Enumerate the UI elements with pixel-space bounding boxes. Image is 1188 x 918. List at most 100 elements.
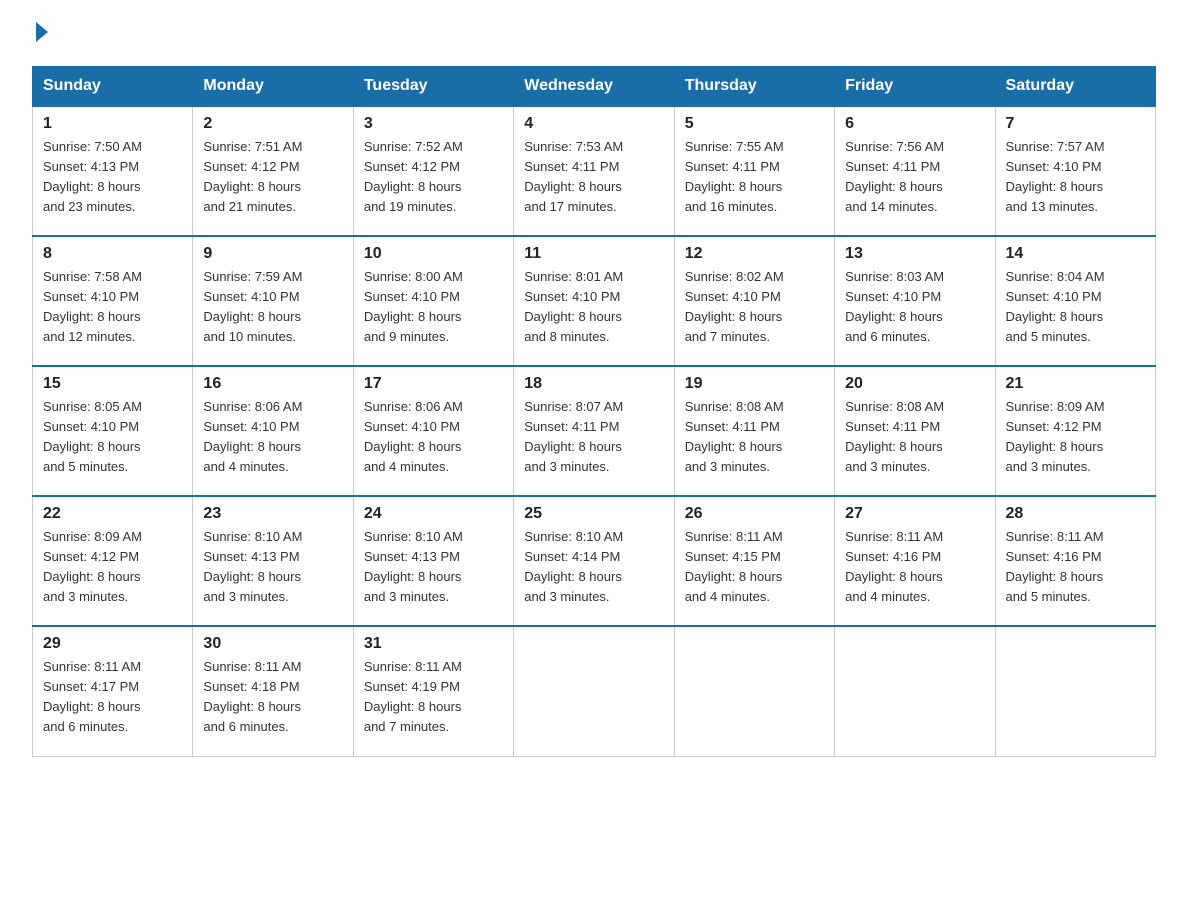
day-number: 22: [43, 505, 182, 523]
calendar-cell: 24 Sunrise: 8:10 AMSunset: 4:13 PMDaylig…: [353, 496, 513, 626]
logo-triangle-icon: [36, 22, 48, 42]
calendar-week-row: 29 Sunrise: 8:11 AMSunset: 4:17 PMDaylig…: [33, 626, 1156, 756]
calendar-cell: 26 Sunrise: 8:11 AMSunset: 4:15 PMDaylig…: [674, 496, 834, 626]
calendar-week-row: 15 Sunrise: 8:05 AMSunset: 4:10 PMDaylig…: [33, 366, 1156, 496]
day-number: 26: [685, 505, 824, 523]
day-info: Sunrise: 8:07 AMSunset: 4:11 PMDaylight:…: [524, 399, 623, 474]
day-number: 29: [43, 635, 182, 653]
calendar-cell: 25 Sunrise: 8:10 AMSunset: 4:14 PMDaylig…: [514, 496, 674, 626]
weekday-header-wednesday: Wednesday: [514, 67, 674, 107]
day-number: 19: [685, 375, 824, 393]
page-header: [32, 24, 1156, 42]
day-info: Sunrise: 8:11 AMSunset: 4:15 PMDaylight:…: [685, 529, 783, 604]
day-info: Sunrise: 7:51 AMSunset: 4:12 PMDaylight:…: [203, 139, 302, 214]
day-info: Sunrise: 7:50 AMSunset: 4:13 PMDaylight:…: [43, 139, 142, 214]
day-info: Sunrise: 8:03 AMSunset: 4:10 PMDaylight:…: [845, 269, 944, 344]
day-info: Sunrise: 7:58 AMSunset: 4:10 PMDaylight:…: [43, 269, 142, 344]
calendar-cell: [995, 626, 1155, 756]
calendar-cell: 28 Sunrise: 8:11 AMSunset: 4:16 PMDaylig…: [995, 496, 1155, 626]
day-info: Sunrise: 8:10 AMSunset: 4:14 PMDaylight:…: [524, 529, 623, 604]
calendar-cell: 21 Sunrise: 8:09 AMSunset: 4:12 PMDaylig…: [995, 366, 1155, 496]
calendar-week-row: 1 Sunrise: 7:50 AMSunset: 4:13 PMDayligh…: [33, 106, 1156, 236]
weekday-header-thursday: Thursday: [674, 67, 834, 107]
calendar-cell: 14 Sunrise: 8:04 AMSunset: 4:10 PMDaylig…: [995, 236, 1155, 366]
day-number: 31: [364, 635, 503, 653]
day-info: Sunrise: 7:55 AMSunset: 4:11 PMDaylight:…: [685, 139, 784, 214]
calendar-cell: 16 Sunrise: 8:06 AMSunset: 4:10 PMDaylig…: [193, 366, 353, 496]
day-info: Sunrise: 8:01 AMSunset: 4:10 PMDaylight:…: [524, 269, 623, 344]
day-info: Sunrise: 7:53 AMSunset: 4:11 PMDaylight:…: [524, 139, 623, 214]
day-number: 24: [364, 505, 503, 523]
calendar-cell: 3 Sunrise: 7:52 AMSunset: 4:12 PMDayligh…: [353, 106, 513, 236]
calendar-cell: 13 Sunrise: 8:03 AMSunset: 4:10 PMDaylig…: [835, 236, 995, 366]
day-number: 30: [203, 635, 342, 653]
day-number: 20: [845, 375, 984, 393]
day-info: Sunrise: 8:10 AMSunset: 4:13 PMDaylight:…: [364, 529, 463, 604]
calendar-week-row: 8 Sunrise: 7:58 AMSunset: 4:10 PMDayligh…: [33, 236, 1156, 366]
day-info: Sunrise: 8:08 AMSunset: 4:11 PMDaylight:…: [845, 399, 944, 474]
calendar-week-row: 22 Sunrise: 8:09 AMSunset: 4:12 PMDaylig…: [33, 496, 1156, 626]
day-number: 18: [524, 375, 663, 393]
calendar-cell: 17 Sunrise: 8:06 AMSunset: 4:10 PMDaylig…: [353, 366, 513, 496]
day-number: 11: [524, 245, 663, 263]
calendar-cell: 31 Sunrise: 8:11 AMSunset: 4:19 PMDaylig…: [353, 626, 513, 756]
calendar-cell: 29 Sunrise: 8:11 AMSunset: 4:17 PMDaylig…: [33, 626, 193, 756]
day-info: Sunrise: 8:10 AMSunset: 4:13 PMDaylight:…: [203, 529, 302, 604]
day-info: Sunrise: 8:02 AMSunset: 4:10 PMDaylight:…: [685, 269, 784, 344]
calendar-cell: 2 Sunrise: 7:51 AMSunset: 4:12 PMDayligh…: [193, 106, 353, 236]
calendar-cell: 10 Sunrise: 8:00 AMSunset: 4:10 PMDaylig…: [353, 236, 513, 366]
day-info: Sunrise: 7:59 AMSunset: 4:10 PMDaylight:…: [203, 269, 302, 344]
day-number: 12: [685, 245, 824, 263]
day-info: Sunrise: 8:05 AMSunset: 4:10 PMDaylight:…: [43, 399, 142, 474]
day-info: Sunrise: 8:11 AMSunset: 4:16 PMDaylight:…: [845, 529, 943, 604]
calendar-cell: 18 Sunrise: 8:07 AMSunset: 4:11 PMDaylig…: [514, 366, 674, 496]
day-number: 14: [1006, 245, 1145, 263]
day-info: Sunrise: 8:04 AMSunset: 4:10 PMDaylight:…: [1006, 269, 1105, 344]
day-number: 28: [1006, 505, 1145, 523]
day-number: 16: [203, 375, 342, 393]
calendar-cell: 7 Sunrise: 7:57 AMSunset: 4:10 PMDayligh…: [995, 106, 1155, 236]
calendar-table: SundayMondayTuesdayWednesdayThursdayFrid…: [32, 66, 1156, 757]
calendar-cell: 1 Sunrise: 7:50 AMSunset: 4:13 PMDayligh…: [33, 106, 193, 236]
day-number: 25: [524, 505, 663, 523]
calendar-cell: 6 Sunrise: 7:56 AMSunset: 4:11 PMDayligh…: [835, 106, 995, 236]
day-number: 3: [364, 115, 503, 133]
day-info: Sunrise: 8:11 AMSunset: 4:16 PMDaylight:…: [1006, 529, 1104, 604]
calendar-cell: [674, 626, 834, 756]
calendar-cell: [835, 626, 995, 756]
day-info: Sunrise: 8:09 AMSunset: 4:12 PMDaylight:…: [43, 529, 142, 604]
calendar-cell: 15 Sunrise: 8:05 AMSunset: 4:10 PMDaylig…: [33, 366, 193, 496]
day-number: 23: [203, 505, 342, 523]
calendar-cell: 20 Sunrise: 8:08 AMSunset: 4:11 PMDaylig…: [835, 366, 995, 496]
calendar-cell: 22 Sunrise: 8:09 AMSunset: 4:12 PMDaylig…: [33, 496, 193, 626]
day-number: 17: [364, 375, 503, 393]
day-number: 13: [845, 245, 984, 263]
calendar-cell: 4 Sunrise: 7:53 AMSunset: 4:11 PMDayligh…: [514, 106, 674, 236]
weekday-header-sunday: Sunday: [33, 67, 193, 107]
weekday-header-tuesday: Tuesday: [353, 67, 513, 107]
day-info: Sunrise: 8:11 AMSunset: 4:19 PMDaylight:…: [364, 659, 462, 734]
calendar-cell: 27 Sunrise: 8:11 AMSunset: 4:16 PMDaylig…: [835, 496, 995, 626]
day-info: Sunrise: 8:11 AMSunset: 4:17 PMDaylight:…: [43, 659, 141, 734]
weekday-header-friday: Friday: [835, 67, 995, 107]
day-number: 8: [43, 245, 182, 263]
day-number: 21: [1006, 375, 1145, 393]
day-number: 5: [685, 115, 824, 133]
calendar-header-row: SundayMondayTuesdayWednesdayThursdayFrid…: [33, 67, 1156, 107]
day-info: Sunrise: 8:06 AMSunset: 4:10 PMDaylight:…: [203, 399, 302, 474]
day-number: 4: [524, 115, 663, 133]
day-number: 15: [43, 375, 182, 393]
calendar-cell: 12 Sunrise: 8:02 AMSunset: 4:10 PMDaylig…: [674, 236, 834, 366]
calendar-cell: 23 Sunrise: 8:10 AMSunset: 4:13 PMDaylig…: [193, 496, 353, 626]
day-info: Sunrise: 8:11 AMSunset: 4:18 PMDaylight:…: [203, 659, 301, 734]
day-info: Sunrise: 7:57 AMSunset: 4:10 PMDaylight:…: [1006, 139, 1105, 214]
day-info: Sunrise: 8:00 AMSunset: 4:10 PMDaylight:…: [364, 269, 463, 344]
day-info: Sunrise: 7:56 AMSunset: 4:11 PMDaylight:…: [845, 139, 944, 214]
day-number: 1: [43, 115, 182, 133]
weekday-header-monday: Monday: [193, 67, 353, 107]
weekday-header-saturday: Saturday: [995, 67, 1155, 107]
calendar-cell: 11 Sunrise: 8:01 AMSunset: 4:10 PMDaylig…: [514, 236, 674, 366]
day-info: Sunrise: 8:06 AMSunset: 4:10 PMDaylight:…: [364, 399, 463, 474]
day-info: Sunrise: 7:52 AMSunset: 4:12 PMDaylight:…: [364, 139, 463, 214]
logo: [32, 24, 48, 42]
